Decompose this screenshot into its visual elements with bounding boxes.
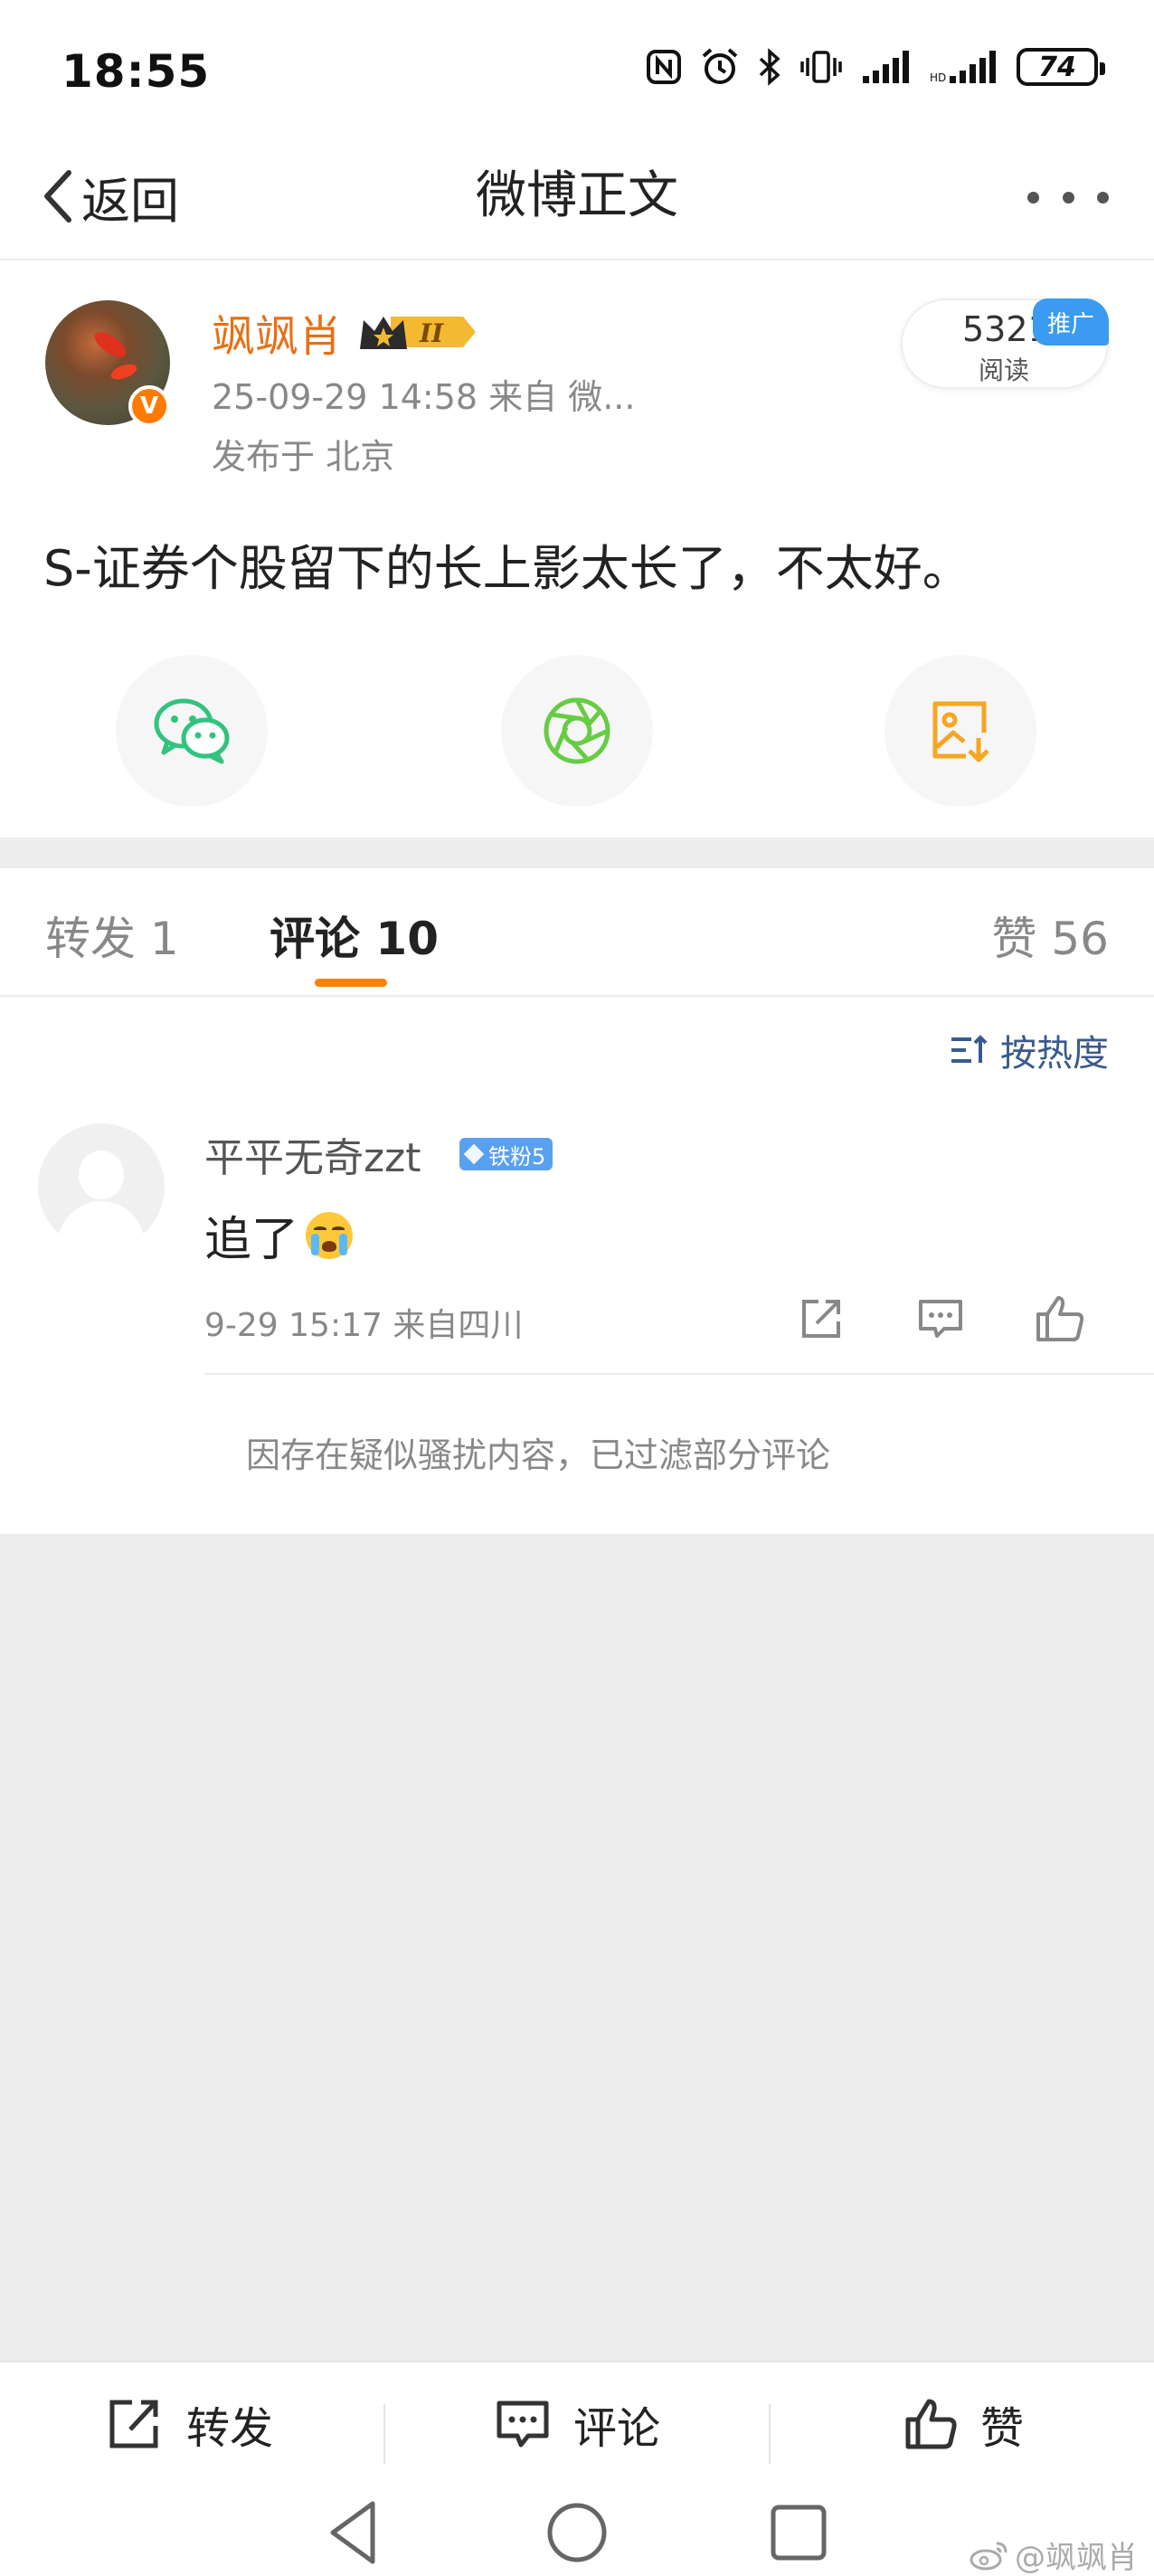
comment-button[interactable]: 评论 (496, 2388, 660, 2460)
verified-icon: V (128, 385, 170, 427)
save-image-button[interactable] (884, 655, 1036, 807)
comment-label: 评论 (573, 2403, 661, 2454)
comment-user[interactable]: 平平无奇zzt (204, 1125, 421, 1183)
author-row: 飒飒肖 II (212, 300, 478, 364)
more-icon[interactable] (1027, 179, 1109, 215)
comment-icon (919, 1300, 962, 1338)
bluetooth-icon (759, 48, 780, 86)
page-title: 微博正文 (476, 166, 678, 225)
svg-text:HD: HD (930, 71, 946, 84)
signal-icon: HD (930, 51, 996, 84)
nav-bar: 返回 微博正文 (0, 136, 1154, 260)
comment-text: 追了 (204, 1201, 354, 1269)
moments-icon (544, 697, 610, 764)
divider (769, 2404, 771, 2464)
avatar[interactable] (38, 1123, 165, 1250)
share-wechat-button[interactable] (116, 655, 268, 807)
share-icon (109, 2400, 158, 2448)
like-label: 赞 (980, 2403, 1025, 2454)
filter-note: 因存在疑似骚扰内容，已过滤部分评论 (245, 1435, 830, 1475)
bottom-action-bar: 转发 评论 赞 @飒飒肖 (0, 2361, 1154, 2576)
like-button[interactable]: 赞 (904, 2388, 1024, 2460)
thumbs-up-icon (905, 2399, 957, 2449)
repost-button[interactable]: 转发 (107, 2388, 273, 2460)
signal-icon (863, 51, 909, 83)
share-icon (802, 1300, 840, 1338)
comment-like-button[interactable] (1033, 1292, 1087, 1346)
wechat-icon (154, 698, 230, 764)
post-card: V 飒飒肖 II 25-09-29 14:58 来自 微... 发布于 北京 5… (0, 260, 1154, 838)
vibrate-icon (800, 51, 842, 83)
back-nav-icon[interactable] (326, 2498, 380, 2567)
status-bar: 18:55 HD 74 (0, 0, 1154, 136)
post-location: 发布于 北京 (212, 437, 395, 477)
sort-button[interactable]: 按热度 (950, 1024, 1109, 1076)
tab-likes[interactable]: 赞 56 (991, 903, 1109, 968)
comments-section: 按热度 平平无奇zzt 铁粉5 追了 9-29 15:17 来自四川 因存在疑似… (0, 997, 1154, 1534)
author-name[interactable]: 飒飒肖 (212, 300, 342, 364)
tab-bar: 转发 1 评论 10 赞 56 (0, 868, 1154, 997)
repost-label: 转发 (186, 2403, 274, 2454)
weibo-logo-icon (970, 2542, 1007, 2570)
reads-label: 阅读 (979, 355, 1030, 385)
reads-badge[interactable]: 5321 阅读 推广 (901, 298, 1109, 389)
watermark: @飒飒肖 (970, 2533, 1138, 2576)
nfc-icon (647, 50, 681, 84)
home-nav-icon[interactable] (544, 2498, 610, 2567)
comment-icon (497, 2401, 549, 2448)
status-icons: HD 74 (646, 47, 1105, 87)
watermark-text: @飒飒肖 (1015, 2540, 1138, 2576)
svg-text:II: II (419, 318, 444, 348)
post-meta: 25-09-29 14:58 来自 微... (212, 377, 636, 417)
comment-meta: 9-29 15:17 来自四川 (204, 1307, 524, 1344)
battery-level: 74 (1038, 51, 1076, 83)
tab-indicator (315, 979, 387, 987)
alarm-icon (702, 48, 738, 84)
sort-label: 按热度 (1000, 1033, 1109, 1075)
save-image-icon (932, 701, 989, 762)
crying-emoji-icon (306, 1211, 354, 1259)
tab-repost[interactable]: 转发 1 (45, 903, 179, 968)
fan-badge: 铁粉5 (459, 1138, 553, 1170)
post-text: S-证券个股留下的长上影太长了，不太好。 (43, 540, 971, 597)
share-moments-button[interactable] (501, 655, 653, 807)
comment-text-label: 追了 (204, 1213, 299, 1267)
sort-icon (951, 1035, 988, 1063)
thumbs-up-icon (1036, 1296, 1084, 1341)
divider (383, 2404, 385, 2464)
promo-button[interactable]: 推广 (1033, 298, 1109, 346)
tab-comments[interactable]: 评论 10 (270, 903, 439, 968)
battery-indicator: 74 (1017, 48, 1105, 86)
vip-crown-icon: II (360, 317, 477, 349)
status-time: 18:55 (61, 45, 211, 98)
recents-nav-icon[interactable] (769, 2498, 828, 2567)
fan-badge-label: 铁粉5 (488, 1143, 546, 1170)
divider (204, 1373, 1154, 1375)
comment-repost-button[interactable] (794, 1292, 848, 1346)
comment-reply-button[interactable] (913, 1292, 968, 1346)
